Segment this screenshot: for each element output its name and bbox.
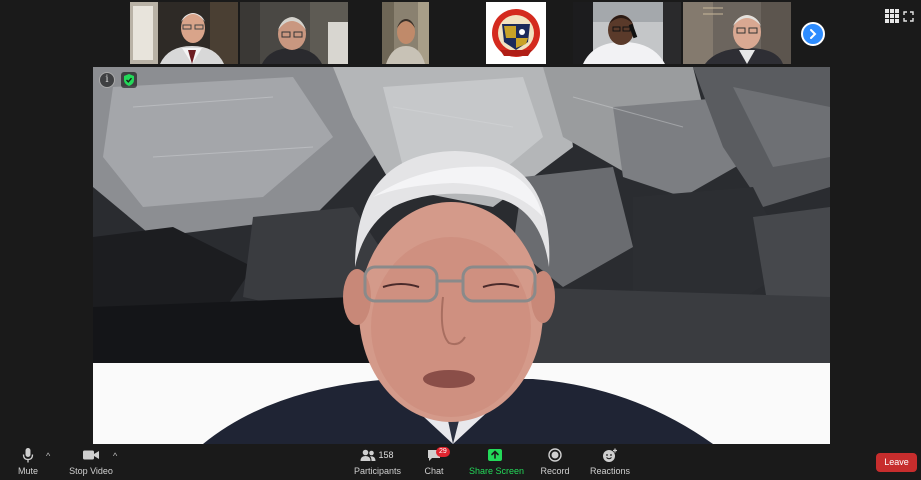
leave-meeting-button[interactable]: Leave: [876, 453, 917, 472]
participants-label: Participants: [354, 466, 402, 476]
meeting-toolbar: Mute ^ Stop Video ^ 158 Participants 29 …: [0, 444, 921, 480]
reactions-button[interactable]: Reactions: [590, 446, 630, 480]
security-shield-icon[interactable]: [121, 72, 137, 88]
participants-icon: [360, 449, 376, 461]
chat-button[interactable]: 29 Chat: [420, 446, 450, 480]
participant-thumbnail-6[interactable]: [683, 2, 791, 64]
speaker-person: [203, 151, 713, 444]
participants-count: 158: [378, 450, 394, 460]
share-screen-button[interactable]: Share Screen: [469, 446, 525, 480]
video-options-caret[interactable]: ^: [113, 451, 117, 461]
chat-label: Chat: [424, 466, 444, 476]
smiley-icon: [603, 448, 617, 462]
reactions-label: Reactions: [590, 466, 631, 476]
participant-thumbnail-3[interactable]: [382, 2, 429, 64]
audio-options-caret[interactable]: ^: [46, 451, 50, 461]
participant-strip: [0, 0, 921, 68]
stop-video-button[interactable]: Stop Video: [68, 446, 114, 480]
active-speaker-video: i: [93, 67, 830, 444]
microphone-icon: [22, 447, 34, 462]
participant-thumbnail-logo[interactable]: [486, 2, 546, 64]
chat-unread-badge: 29: [436, 447, 450, 457]
share-screen-label: Share Screen: [469, 466, 525, 476]
fullscreen-icon[interactable]: [903, 11, 914, 22]
next-page-button[interactable]: [801, 22, 825, 46]
gallery-view-icon[interactable]: [885, 9, 899, 23]
video-camera-icon: [83, 450, 99, 460]
meeting-info-icon[interactable]: i: [99, 72, 115, 88]
record-button[interactable]: Record: [538, 446, 572, 480]
record-label: Record: [540, 466, 570, 476]
mute-label: Mute: [17, 466, 38, 476]
chevron-right-icon: [810, 29, 817, 39]
stop-video-label: Stop Video: [69, 466, 113, 476]
participant-thumbnail-5[interactable]: [573, 2, 681, 64]
share-screen-icon: [488, 449, 502, 461]
participant-thumbnail-1[interactable]: [130, 2, 238, 64]
record-icon: [548, 448, 562, 462]
mute-button[interactable]: Mute: [12, 446, 44, 480]
participants-button[interactable]: 158 Participants: [354, 446, 402, 480]
participant-thumbnail-2[interactable]: [240, 2, 348, 64]
